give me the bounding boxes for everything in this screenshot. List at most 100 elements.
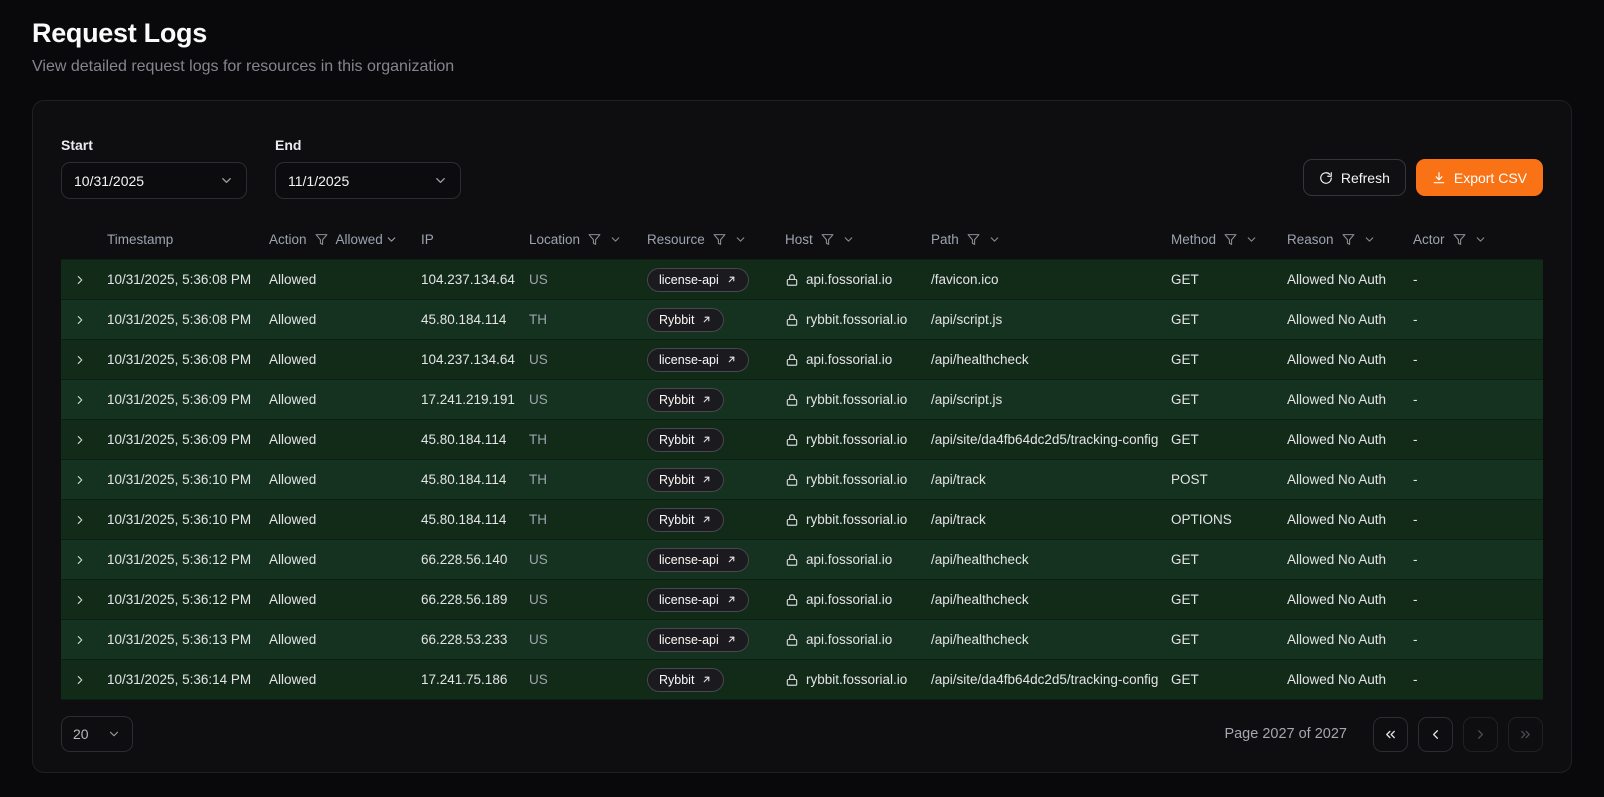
arrow-up-right-icon	[701, 474, 712, 485]
action-filter-value[interactable]: Allowed	[336, 232, 398, 247]
expand-row-button[interactable]	[71, 471, 89, 489]
resource-badge[interactable]: Rybbit	[647, 668, 724, 692]
cell-location: US	[529, 352, 647, 367]
expand-row-button[interactable]	[71, 271, 89, 289]
expand-row-button[interactable]	[71, 511, 89, 529]
chevron-down-icon[interactable]	[1474, 233, 1487, 246]
funnel-icon[interactable]	[315, 233, 328, 246]
cell-location: TH	[529, 312, 647, 327]
table-row[interactable]: 10/31/2025, 5:36:13 PM Allowed 66.228.53…	[61, 620, 1543, 660]
table-row[interactable]: 10/31/2025, 5:36:10 PM Allowed 45.80.184…	[61, 460, 1543, 500]
resource-badge[interactable]: license-api	[647, 268, 749, 292]
chevron-right-icon	[1473, 727, 1488, 742]
table-row[interactable]: 10/31/2025, 5:36:08 PM Allowed 104.237.1…	[61, 340, 1543, 380]
expand-row-button[interactable]	[71, 631, 89, 649]
cell-path: /api/healthcheck	[931, 632, 1171, 647]
table-row[interactable]: 10/31/2025, 5:36:09 PM Allowed 17.241.21…	[61, 380, 1543, 420]
end-date-select[interactable]: 11/1/2025	[275, 162, 461, 199]
funnel-icon[interactable]	[1342, 233, 1355, 246]
cell-actor: -	[1413, 512, 1543, 527]
refresh-button[interactable]: Refresh	[1303, 159, 1406, 196]
funnel-icon[interactable]	[967, 233, 980, 246]
arrow-up-right-icon	[726, 554, 737, 565]
download-icon	[1432, 171, 1446, 185]
expand-row-button[interactable]	[71, 591, 89, 609]
table-row[interactable]: 10/31/2025, 5:36:09 PM Allowed 45.80.184…	[61, 420, 1543, 460]
end-date-value: 11/1/2025	[288, 173, 349, 189]
last-page-button[interactable]	[1508, 717, 1543, 752]
resource-badge[interactable]: Rybbit	[647, 308, 724, 332]
export-csv-button[interactable]: Export CSV	[1416, 159, 1543, 196]
first-page-button[interactable]	[1373, 717, 1408, 752]
arrow-up-right-icon	[701, 674, 712, 685]
table-row[interactable]: 10/31/2025, 5:36:12 PM Allowed 66.228.56…	[61, 580, 1543, 620]
expand-row-button[interactable]	[71, 431, 89, 449]
resource-badge[interactable]: Rybbit	[647, 468, 724, 492]
cell-ip: 104.237.134.64	[421, 352, 529, 367]
chevron-down-icon[interactable]	[609, 233, 622, 246]
chevron-down-icon[interactable]	[1363, 233, 1376, 246]
chevron-down-icon[interactable]	[842, 233, 855, 246]
chevron-right-icon	[73, 313, 87, 327]
cell-actor: -	[1413, 672, 1543, 687]
pagination: Page 2027 of 2027	[1224, 717, 1543, 752]
chevron-right-icon	[73, 593, 87, 607]
expand-row-button[interactable]	[71, 551, 89, 569]
cell-path: /api/script.js	[931, 312, 1171, 327]
resource-badge[interactable]: license-api	[647, 348, 749, 372]
cell-actor: -	[1413, 432, 1543, 447]
cell-method: GET	[1171, 312, 1287, 327]
expand-row-button[interactable]	[71, 671, 89, 689]
cell-actor: -	[1413, 272, 1543, 287]
cell-timestamp: 10/31/2025, 5:36:12 PM	[107, 552, 269, 567]
chevron-down-icon[interactable]	[734, 233, 747, 246]
expand-row-button[interactable]	[71, 351, 89, 369]
cell-ip: 45.80.184.114	[421, 512, 529, 527]
table-row[interactable]: 10/31/2025, 5:36:08 PM Allowed 45.80.184…	[61, 300, 1543, 340]
funnel-icon[interactable]	[1224, 233, 1237, 246]
resource-badge[interactable]: Rybbit	[647, 388, 724, 412]
cell-host: api.fossorial.io	[785, 592, 931, 607]
cell-location: US	[529, 592, 647, 607]
expand-row-button[interactable]	[71, 391, 89, 409]
funnel-icon[interactable]	[1453, 233, 1466, 246]
table-row[interactable]: 10/31/2025, 5:36:10 PM Allowed 45.80.184…	[61, 500, 1543, 540]
cell-reason: Allowed No Auth	[1287, 432, 1413, 447]
cell-path: /api/script.js	[931, 392, 1171, 407]
page-size-select[interactable]: 20	[61, 716, 133, 752]
funnel-icon[interactable]	[588, 233, 601, 246]
cell-path: /api/site/da4fb64dc2d5/tracking-config	[931, 432, 1171, 447]
resource-badge[interactable]: license-api	[647, 548, 749, 572]
header-ip-label: IP	[421, 232, 434, 247]
chevron-down-icon[interactable]	[988, 233, 1001, 246]
header-timestamp-label: Timestamp	[107, 232, 173, 247]
cell-resource: Rybbit	[647, 508, 785, 532]
resource-badge[interactable]: Rybbit	[647, 508, 724, 532]
previous-page-button[interactable]	[1418, 717, 1453, 752]
table-row[interactable]: 10/31/2025, 5:36:08 PM Allowed 104.237.1…	[61, 260, 1543, 300]
cell-path: /favicon.ico	[931, 272, 1171, 287]
cell-reason: Allowed No Auth	[1287, 632, 1413, 647]
table-row[interactable]: 10/31/2025, 5:36:12 PM Allowed 66.228.56…	[61, 540, 1543, 580]
resource-badge[interactable]: license-api	[647, 588, 749, 612]
cell-action: Allowed	[269, 352, 421, 367]
expand-row-button[interactable]	[71, 311, 89, 329]
chevron-down-icon[interactable]	[1245, 233, 1258, 246]
arrow-up-right-icon	[726, 274, 737, 285]
lock-icon	[785, 353, 799, 367]
cell-timestamp: 10/31/2025, 5:36:10 PM	[107, 472, 269, 487]
start-date-select[interactable]: 10/31/2025	[61, 162, 247, 199]
row-expander-cell	[61, 591, 107, 609]
funnel-icon[interactable]	[821, 233, 834, 246]
resource-badge[interactable]: Rybbit	[647, 428, 724, 452]
funnel-icon[interactable]	[713, 233, 726, 246]
table-row[interactable]: 10/31/2025, 5:36:14 PM Allowed 17.241.75…	[61, 660, 1543, 700]
next-page-button[interactable]	[1463, 717, 1498, 752]
cell-path: /api/track	[931, 512, 1171, 527]
chevron-right-icon	[73, 633, 87, 647]
arrow-up-right-icon	[726, 634, 737, 645]
cell-location: TH	[529, 472, 647, 487]
cell-action: Allowed	[269, 632, 421, 647]
lock-icon	[785, 673, 799, 687]
resource-badge[interactable]: license-api	[647, 628, 749, 652]
